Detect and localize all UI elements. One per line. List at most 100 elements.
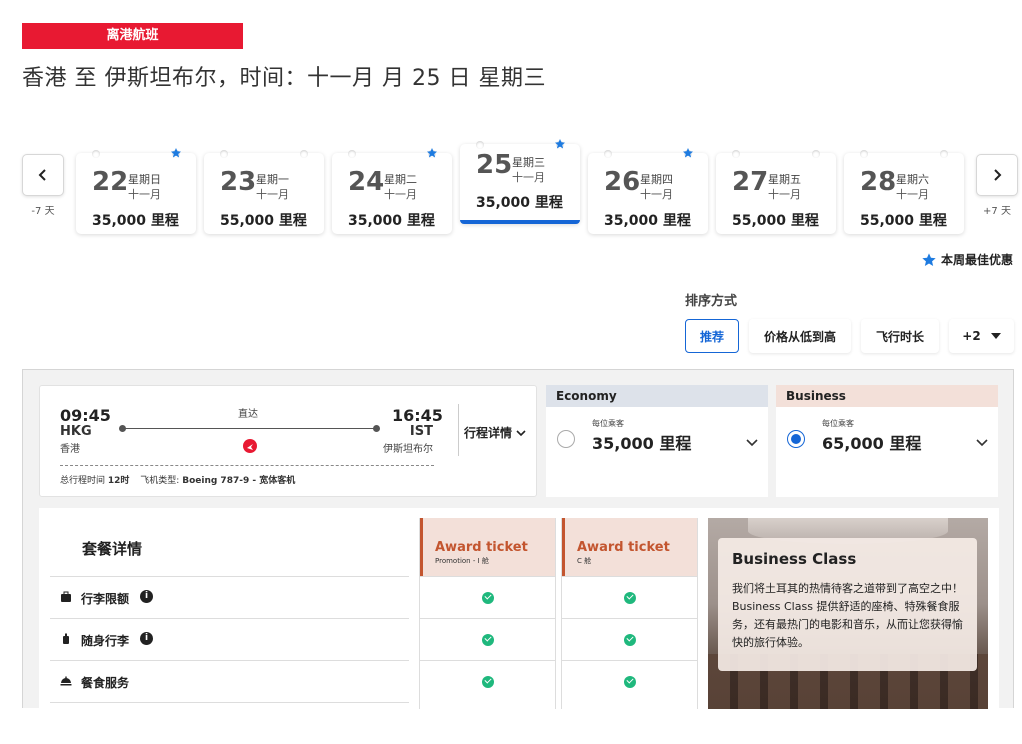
next-week-label: +7 天 [983,206,1011,217]
date-day: 26 [604,167,641,197]
sort-more-label: +2 [962,329,981,343]
date-card-24[interactable]: 24 星期二 十一月 35,000 里程 [332,148,452,234]
date-day: 24 [348,167,385,197]
ticket-header: Award ticket C 舱 [562,518,697,576]
ticket-column-c[interactable]: Award ticket C 舱 [561,518,698,709]
economy-radio[interactable] [557,430,575,448]
date-price: 35,000 里程 [604,213,691,229]
best-deal-label: 本周最佳优惠 [940,253,1013,267]
page-title: 香港 至 伊斯坦布尔，时间：十一月 月 25 日 星期三 [22,66,546,91]
table-cell [420,576,555,618]
ticket-header: Award ticket Promotion - I 舱 [420,518,555,576]
ticket-name: Award ticket [577,540,670,555]
suitcase-icon [61,591,71,602]
row-label: 行李限额 [81,592,130,606]
sort-recommended-button[interactable]: 推荐 [685,319,739,353]
fare-price: 65,000 里程 [822,434,922,453]
ticket-class: C 舱 [577,557,592,565]
fare-economy[interactable]: Economy 每位乘客 35,000 里程 [546,385,768,497]
date-day: 22 [92,167,129,197]
sort-more-dropdown[interactable]: +2 [949,319,1014,353]
business-radio[interactable] [787,430,805,448]
table-cell [420,618,555,660]
arrival-time: 16:45 [392,406,443,425]
date-month: 十一月 [128,188,161,201]
date-card-25[interactable]: 25 星期三 十一月 35,000 里程 [460,139,580,224]
table-cell [562,660,697,702]
date-day: 27 [732,167,769,197]
fare-cabin-label: Economy [546,385,768,407]
best-deal-star-icon [555,139,565,149]
package-row-meal: 餐食服务 [50,660,409,702]
date-weekday: 星期二 [384,173,417,186]
trip-details-button[interactable]: 行程详情 [464,424,526,441]
departure-code: HKG [60,424,92,439]
flight-card: 09:45 HKG 香港 直达 16:45 IST 伊斯坦布尔 总行程时间 12… [39,385,537,497]
card-notch [732,150,740,158]
chevron-left-icon [38,169,46,181]
info-icon[interactable]: i [140,590,153,603]
ticket-class: Promotion - I 舱 [435,557,489,565]
check-icon [481,675,494,688]
date-card-22[interactable]: 22 星期日十一月 35,000 里程 [76,148,196,234]
date-weekday: 星期一 [256,173,289,186]
date-month: 十一月 [768,188,801,201]
departure-time: 09:45 [60,406,111,425]
date-weekday: 星期三 [512,156,545,169]
cabin-info-card: Business Class 我们将土耳其的热情待客之道带到了高空之中！Busi… [718,538,977,671]
divider [60,465,434,466]
meal-icon [60,676,72,686]
chevron-down-icon[interactable] [746,436,758,448]
total-time-label: 总行程时间 [60,476,106,486]
destination-dot [373,425,380,432]
date-weekday: 星期五 [768,173,801,186]
business-cabin-image: Business Class 我们将土耳其的热情待客之道带到了高空之中！Busi… [708,518,988,709]
trip-info: 总行程时间 12时 飞机类型: Boeing 787-9 - 宽体客机 [60,473,303,486]
ticket-name: Award ticket [435,540,528,555]
date-weekday: 星期四 [640,173,673,186]
package-row-baggage: 行李限额 i [50,576,409,618]
date-price: 55,000 里程 [220,213,307,229]
stops-label: 直达 [238,409,258,420]
card-notch [812,150,820,158]
chevron-down-icon [516,429,526,436]
cabin-description: 我们将土耳其的热情待客之道带到了高空之中！Business Class 提供舒适… [732,582,963,649]
prev-week-button[interactable] [22,154,64,196]
date-card-27[interactable]: 27 星期五 十一月 55,000 里程 [716,150,836,234]
divider [50,702,409,744]
next-week-button[interactable] [976,154,1018,196]
best-deal-star-icon [171,148,181,158]
date-card-28[interactable]: 28 星期六 十一月 55,000 里程 [844,150,964,234]
ticket-column-promotion[interactable]: Award ticket Promotion - I 舱 [419,518,556,709]
card-notch [220,150,228,158]
check-icon [623,633,636,646]
date-month: 十一月 [512,171,545,184]
date-weekday: 星期日 [128,173,161,186]
departure-city: 香港 [60,444,80,455]
chevron-down-icon[interactable] [976,436,988,448]
row-label: 随身行李 [81,634,130,648]
sort-label: 排序方式 [685,294,738,309]
aircraft-type: Boeing 787-9 - 宽体客机 [182,476,296,486]
package-row-carry-on: 随身行李 i [50,618,409,660]
route-line [122,428,376,429]
sort-duration-button[interactable]: 飞行时长 [861,319,939,353]
date-price: 35,000 里程 [92,213,179,229]
best-deal-star-icon [683,148,693,158]
date-card-26[interactable]: 26 星期四 十一月 35,000 里程 [588,148,708,234]
row-label: 餐食服务 [81,676,130,690]
sort-price-button[interactable]: 价格从低到高 [749,319,851,353]
fare-price: 35,000 里程 [592,434,692,453]
divider [458,404,459,456]
date-month: 十一月 [256,188,289,201]
fare-business[interactable]: Business 每位乘客 65,000 里程 [776,385,998,497]
table-cell [562,618,697,660]
card-notch [348,150,356,158]
date-card-23[interactable]: 23 星期一 十一月 55,000 里程 [204,150,324,234]
total-time: 12时 [107,476,130,486]
date-price: 35,000 里程 [476,195,563,211]
info-icon[interactable]: i [140,632,153,645]
card-notch [92,150,100,158]
origin-dot [119,425,126,432]
check-icon [623,591,636,604]
